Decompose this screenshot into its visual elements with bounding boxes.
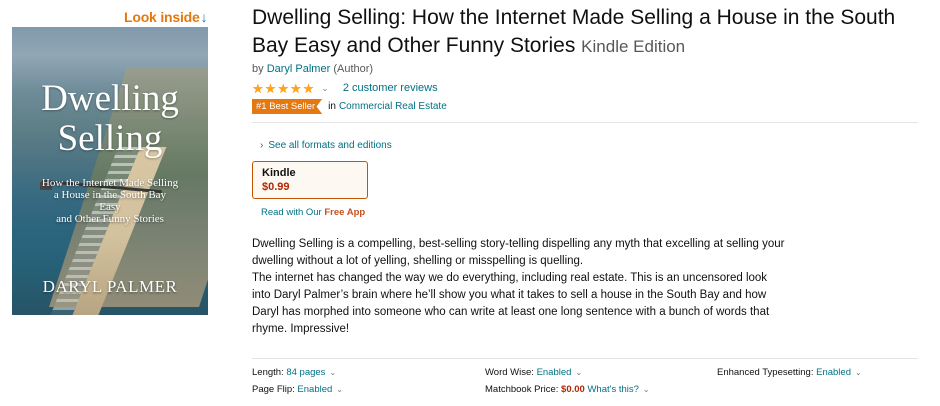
cover-title-line2: Selling [57,118,163,159]
format-option-kindle[interactable]: Kindle $0.99 [252,161,368,199]
page-flip-detail: Page Flip: Enabled ⌄ [252,384,343,395]
length-value[interactable]: 84 pages [286,367,325,378]
cover-subtitle: How the Internet Made Selling a House in… [41,177,179,225]
description-line: Dwelling Selling is a compelling, best-s… [252,238,785,250]
word-wise-detail: Word Wise: Enabled ⌄ [485,367,583,378]
author-role: (Author) [333,63,374,75]
byline: by Daryl Palmer (Author) [252,63,374,75]
best-seller-row: #1 Best Seller in Commercial Real Estate [252,99,447,114]
description-line: Daryl has morphed into someone who can w… [252,306,770,318]
product-title-text: Dwelling Selling: How the Internet Made … [252,6,896,57]
word-wise-value[interactable]: Enabled [537,367,572,378]
star-icon: ★ [264,80,277,96]
enhanced-typesetting-value[interactable]: Enabled [816,367,851,378]
star-icon: ★ [252,80,264,96]
matchbook-price-detail: Matchbook Price: $0.00 What's this? ⌄ [485,384,650,395]
star-icon: ★ [277,80,289,96]
format-price: $0.99 [262,181,290,193]
star-icon: ★ [302,80,315,96]
chevron-right-icon: › [260,140,264,151]
look-inside-label[interactable]: Look inside [124,9,200,25]
best-seller-badge[interactable]: #1 Best Seller [252,99,323,114]
edition-label: Kindle Edition [581,37,686,56]
chevron-down-icon[interactable]: ⌄ [329,368,336,377]
page-flip-value[interactable]: Enabled [297,384,332,395]
format-label: Kindle [262,167,296,179]
book-cover-image[interactable]: Dwelling Selling How the Internet Made S… [12,27,208,315]
customer-reviews-link[interactable]: 2 customer reviews [343,82,438,94]
product-description: Dwelling Selling is a compelling, best-s… [252,236,812,338]
category-link[interactable]: Commercial Real Estate [339,101,447,112]
matchbook-price-value: $0.00 [561,384,585,395]
divider [252,122,918,123]
description-line: rhyme. Impressive! [252,323,350,335]
read-with-free-app-link[interactable]: Read with Our Free App [261,207,365,218]
description-line: into Daryl Palmer’s brain where he’ll sh… [252,289,767,301]
whats-this-link[interactable]: What's this? [587,384,638,395]
length-detail: Length: 84 pages ⌄ [252,367,337,378]
ratings-row: ★ ★ ★ ★ ★ ⌄ 2 customer reviews [252,80,438,96]
product-title: Dwelling Selling: How the Internet Made … [252,4,920,61]
look-inside-link[interactable]: Look inside↓ [124,9,208,25]
chevron-down-icon[interactable]: ⌄ [336,385,343,394]
cover-title-line1: Dwelling [41,78,179,119]
see-all-formats[interactable]: › See all formats and editions [260,140,392,151]
chevron-down-icon[interactable]: ⌄ [575,368,582,377]
cover-author: DARYL PALMER [42,277,178,296]
star-rating[interactable]: ★ ★ ★ ★ ★ [252,82,315,95]
chevron-down-icon[interactable]: ⌄ [321,83,329,94]
enhanced-typesetting-detail: Enhanced Typesetting: Enabled ⌄ [717,367,862,378]
chevron-down-icon[interactable]: ⌄ [855,368,862,377]
star-icon: ★ [289,80,302,96]
description-line: dwelling without a lot of yelling, shell… [252,255,584,267]
down-arrow-icon: ↓ [200,9,208,25]
description-line: The internet has changed the way we do e… [252,272,768,284]
chevron-down-icon[interactable]: ⌄ [643,385,650,394]
author-link[interactable]: Daryl Palmer [267,63,331,75]
divider [252,358,918,359]
